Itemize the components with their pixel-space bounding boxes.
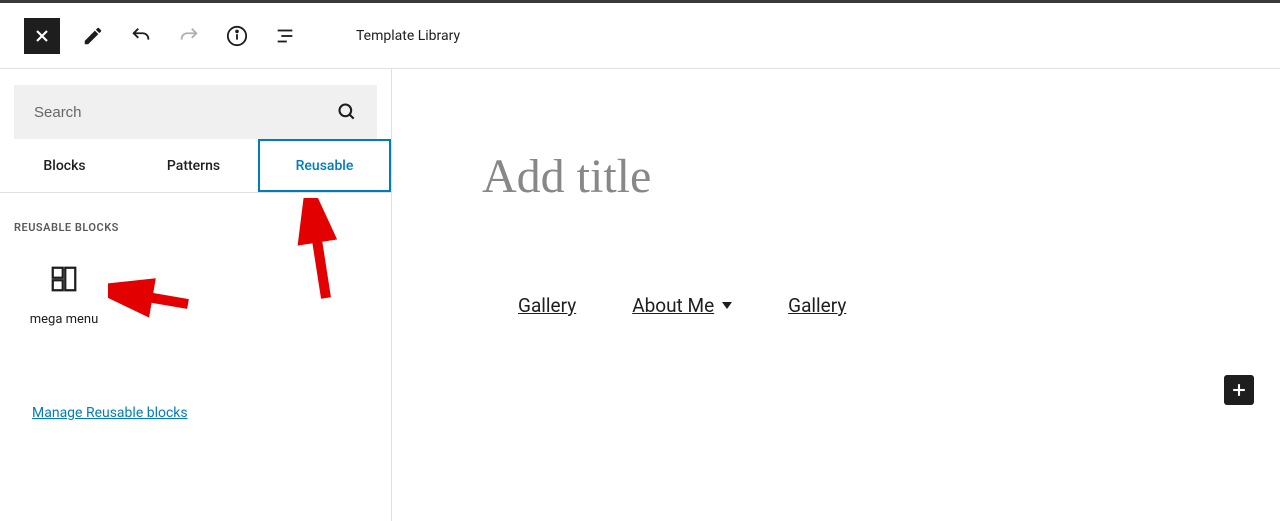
tab-blocks[interactable]: Blocks — [0, 139, 129, 192]
search-icon[interactable] — [337, 102, 357, 122]
editor-toolbar: Template Library — [0, 3, 1280, 69]
info-button[interactable] — [222, 21, 252, 51]
edit-button[interactable] — [78, 21, 108, 51]
chevron-down-icon — [722, 302, 732, 309]
info-icon — [226, 25, 248, 47]
add-block-button[interactable] — [1224, 375, 1254, 405]
redo-button[interactable] — [174, 21, 204, 51]
plus-icon — [1229, 380, 1249, 400]
nav-item-about-me[interactable]: About Me — [632, 294, 732, 317]
tab-reusable[interactable]: Reusable — [258, 139, 391, 192]
search-box[interactable] — [14, 85, 377, 139]
section-heading-reusable: REUSABLE BLOCKS — [14, 221, 377, 234]
undo-icon — [130, 25, 152, 47]
inserter-sidebar: Blocks Patterns Reusable REUSABLE BLOCKS… — [0, 69, 392, 521]
block-item-label: mega menu — [14, 312, 114, 327]
manage-reusable-link[interactable]: Manage Reusable blocks — [32, 405, 188, 421]
block-item-mega-menu[interactable]: mega menu — [14, 264, 114, 327]
redo-icon — [178, 25, 200, 47]
close-button[interactable] — [24, 18, 60, 54]
reusable-block-icon — [49, 264, 79, 294]
search-input[interactable] — [34, 104, 337, 121]
editor-canvas: Add title Gallery About Me Gallery — [392, 69, 1280, 521]
inserter-tabs: Blocks Patterns Reusable — [0, 139, 391, 193]
undo-button[interactable] — [126, 21, 156, 51]
outline-icon — [274, 25, 296, 47]
outline-button[interactable] — [270, 21, 300, 51]
navigation-block[interactable]: Gallery About Me Gallery — [518, 294, 1190, 317]
tab-patterns[interactable]: Patterns — [129, 139, 258, 192]
nav-item-gallery-1[interactable]: Gallery — [518, 294, 576, 317]
post-title-input[interactable]: Add title — [482, 149, 1190, 204]
pencil-icon — [82, 25, 104, 47]
template-library-label[interactable]: Template Library — [356, 28, 460, 44]
close-icon — [32, 26, 52, 46]
nav-item-gallery-2[interactable]: Gallery — [788, 294, 846, 317]
